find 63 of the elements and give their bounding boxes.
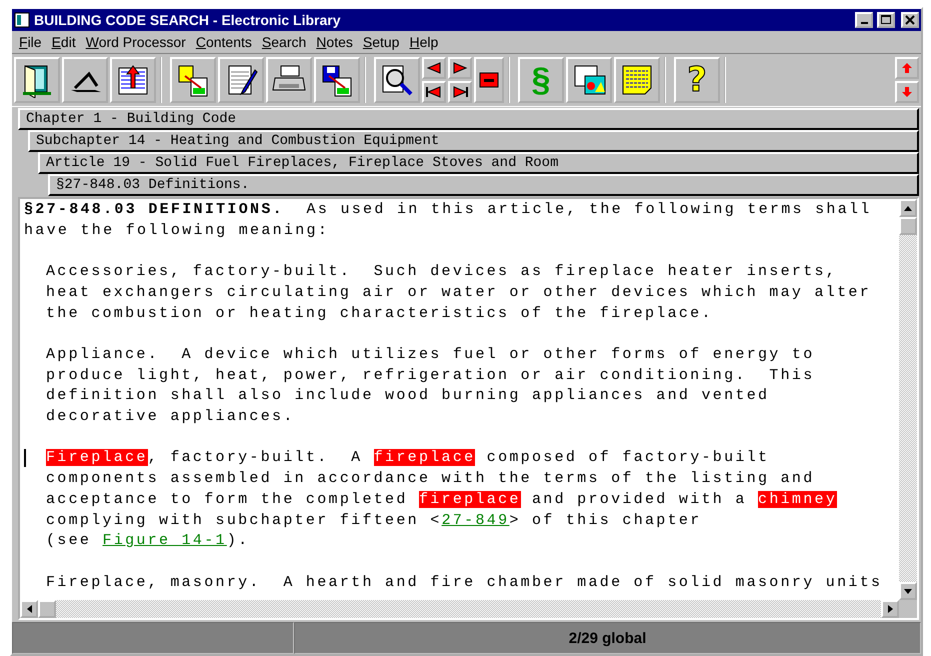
scroll-thumb[interactable] — [899, 217, 917, 235]
maximize-icon — [881, 15, 891, 25]
scroll-left-button[interactable] — [20, 600, 38, 618]
stop-button[interactable] — [474, 57, 504, 103]
clipboard-copy-button[interactable] — [170, 57, 216, 103]
notepad-pen-button[interactable] — [218, 57, 264, 103]
scrollbar-corner — [899, 600, 917, 618]
breadcrumb-bar[interactable]: §27-848.03 Definitions. — [48, 174, 919, 196]
printer-button[interactable] — [266, 57, 312, 103]
previous-button[interactable] — [422, 57, 446, 79]
up-arrow-icon — [901, 62, 913, 74]
note-button[interactable] — [614, 57, 660, 103]
down-arrow-icon — [901, 86, 913, 98]
menu-item[interactable]: Notes — [311, 34, 358, 50]
menu-item[interactable]: Help — [404, 34, 444, 50]
minus-icon — [479, 72, 499, 88]
menu-item[interactable]: File — [14, 34, 47, 50]
definition-paragraph: Appliance. A device which utilizes fuel or other forms of energy to produce light, heat, power, refrigeration or air conditioning. This definition shall also include wood burning appliances and vented decorative appliances. — [46, 344, 816, 427]
menu-item[interactable]: Setup — [358, 34, 404, 50]
vertical-scrollbar[interactable] — [899, 199, 917, 600]
minimize-icon — [860, 22, 868, 24]
first-icon — [426, 86, 442, 98]
definition-paragraph: Fireplace, factory-built. A fireplace composed of factory-built components assembled in accordance with the terms of the listing and acceptance to form the completed fireplace and provided with a chimney complying with subchapter fifteen <27-849> of this chapter (see Figure 14-1). — [46, 448, 899, 552]
triangle-arrow-icon — [25, 605, 33, 613]
last-button[interactable] — [448, 81, 472, 103]
previous-icon — [426, 62, 442, 74]
scroll-up-button[interactable] — [899, 199, 917, 217]
menu-item[interactable]: Edit — [46, 34, 81, 50]
minimize-button[interactable] — [855, 12, 873, 28]
cross-reference-link[interactable]: 27-849 — [442, 512, 510, 528]
next-icon — [452, 62, 468, 74]
breadcrumb-bar[interactable]: Article 19 - Solid Fuel Fireplaces, Fireplace Stoves and Room — [38, 152, 919, 174]
app-icon — [14, 12, 30, 28]
triangle-arrow-icon — [904, 204, 912, 212]
menu-item[interactable]: Contents — [190, 34, 257, 50]
scroll-down-button[interactable] — [899, 582, 917, 600]
breadcrumb-bar[interactable]: Subchapter 14 - Heating and Combustion Equipment — [28, 130, 919, 152]
definition-paragraph: Fireplace, masonry. A hearth and fire chamber made of solid masonry units — [46, 572, 884, 593]
triangle-arrow-icon — [886, 605, 894, 613]
close-button[interactable] — [901, 12, 919, 28]
triangle-arrow-icon — [904, 587, 912, 595]
status-pane: 2/29 global — [294, 622, 921, 654]
picture-button[interactable] — [566, 57, 612, 103]
door-button[interactable] — [14, 57, 60, 103]
definition-paragraph: Accessories, factory-built. Such devices as fireplace heater inserts, heat exchangers circulating air or water or other devices which may alter the combustion or heating characteristics of the fireplace. — [46, 262, 872, 324]
menu-item[interactable]: Search — [256, 34, 312, 50]
horizontal-scrollbar[interactable] — [20, 600, 917, 618]
menu-item[interactable]: Word Processor — [80, 34, 191, 50]
maximize-button[interactable] — [877, 12, 895, 28]
cross-reference-link[interactable]: Figure 14-1 — [102, 532, 227, 550]
window-title: BUILDING CODE SEARCH - Electronic Library — [34, 12, 342, 28]
close-icon — [905, 15, 915, 25]
breadcrumb-bar[interactable]: Chapter 1 - Building Code — [18, 108, 919, 130]
section-heading-paragraph: §27-848.03 DEFINITIONS. As used in this article, the following terms shall have the following meaning: — [24, 200, 873, 241]
scroll-thumb[interactable] — [38, 600, 56, 618]
document-arrow-button[interactable] — [110, 57, 156, 103]
scroll-right-button[interactable] — [881, 600, 899, 618]
magnifier-document-button[interactable] — [374, 57, 420, 103]
next-button[interactable] — [448, 57, 472, 79]
first-button[interactable] — [422, 81, 446, 103]
last-icon — [452, 86, 468, 98]
floppy-disk-button[interactable] — [314, 57, 360, 103]
slide-button[interactable] — [62, 57, 108, 103]
